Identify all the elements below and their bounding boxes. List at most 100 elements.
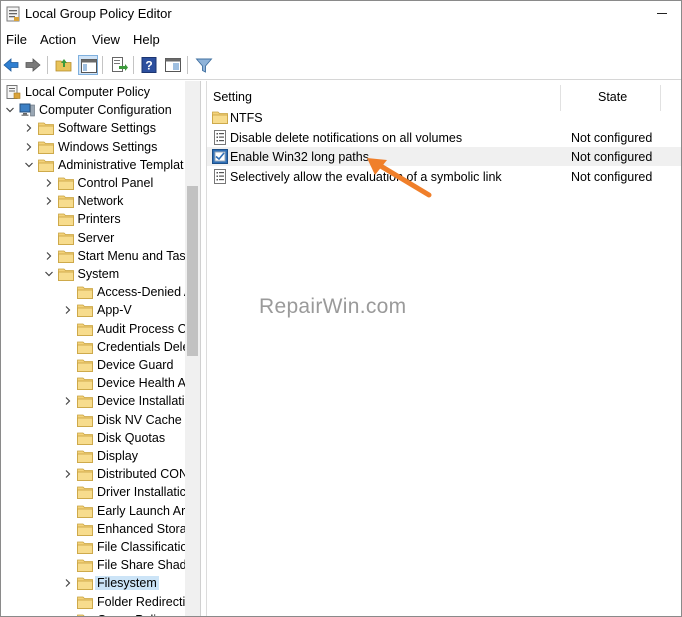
- tree-item-label: Local Computer Policy: [25, 85, 151, 99]
- folder-icon: [77, 322, 93, 336]
- folder-icon: [77, 340, 93, 354]
- tree-item-label: Disk NV Cache: [97, 412, 182, 427]
- tree-item[interactable]: Driver Installatic: [1, 483, 185, 501]
- tree-scrollbar[interactable]: [185, 81, 200, 616]
- tree-item-label: Administrative Templat: [58, 157, 184, 172]
- tree-item[interactable]: Network: [1, 192, 185, 210]
- tree-item-label: Group Policy: [97, 613, 169, 616]
- toolbar: ?: [1, 53, 681, 78]
- help-icon[interactable]: ?: [139, 55, 159, 75]
- toolbar-divider: [1, 79, 681, 80]
- tree-item[interactable]: File Classificatio: [1, 538, 185, 556]
- setting-name: Disable delete notifications on all volu…: [230, 130, 463, 145]
- minimize-button[interactable]: [651, 3, 673, 23]
- policy-setting-icon: [212, 168, 228, 184]
- menu-action[interactable]: Action: [40, 32, 76, 47]
- folder-icon: [57, 176, 74, 190]
- tree-item[interactable]: Display: [1, 447, 185, 465]
- tree-item[interactable]: Access-Denied A: [1, 283, 185, 301]
- folder-icon: [38, 140, 54, 154]
- folder-icon: [77, 576, 93, 591]
- policy-setting-row[interactable]: Selectively allow the evaluation of a sy…: [207, 167, 681, 186]
- tree-item[interactable]: System: [1, 265, 185, 283]
- setting-name: NTFS: [230, 111, 263, 125]
- title-bar: Local Group Policy Editor: [1, 1, 681, 28]
- tree-item[interactable]: Disk NV Cache: [1, 411, 185, 429]
- chevron-right-icon[interactable]: [24, 142, 34, 152]
- setting-name: Enable Win32 long paths: [230, 150, 369, 164]
- menu-help[interactable]: Help: [133, 32, 160, 47]
- tree-item[interactable]: Filesystem: [1, 574, 185, 592]
- chevron-down-icon[interactable]: [24, 160, 34, 170]
- tree-item-label: Control Panel: [77, 176, 154, 190]
- chevron-down-icon[interactable]: [5, 105, 15, 115]
- policy-tree: Local Computer Policy Computer Configurat…: [1, 81, 185, 616]
- tree-item-label: Device Health A: [97, 376, 185, 391]
- tree-item-label: Device Guard: [97, 358, 174, 372]
- policy-setting-row[interactable]: Enable Win32 long paths Not configured: [207, 147, 681, 166]
- forward-icon[interactable]: [23, 55, 43, 75]
- chevron-right-icon[interactable]: [63, 396, 73, 406]
- tree-item[interactable]: App-V: [1, 301, 185, 319]
- up-folder-icon[interactable]: [54, 55, 74, 75]
- tree-item[interactable]: Printers: [1, 210, 185, 228]
- tree-item[interactable]: Control Panel: [1, 174, 185, 192]
- filter-icon[interactable]: [194, 55, 214, 75]
- tree-item[interactable]: Device Guard: [1, 356, 185, 374]
- back-icon[interactable]: [1, 55, 21, 75]
- tree-item[interactable]: Software Settings: [1, 119, 185, 137]
- tree-item[interactable]: Local Computer Policy: [1, 83, 185, 101]
- chevron-right-icon[interactable]: [44, 196, 54, 206]
- show-hide-tree-icon[interactable]: [78, 55, 98, 75]
- folder-icon: [38, 121, 54, 136]
- menu-view[interactable]: View: [92, 32, 120, 47]
- chevron-right-icon[interactable]: [24, 123, 34, 133]
- tree-item[interactable]: Credentials Dele: [1, 338, 185, 356]
- setting-state: Not configured: [571, 169, 653, 184]
- tree-item[interactable]: Administrative Templat: [1, 156, 185, 174]
- tree-item[interactable]: Distributed CON: [1, 465, 185, 483]
- policy-setting-row[interactable]: NTFS: [207, 108, 681, 127]
- folder-icon: [57, 194, 74, 209]
- chevron-right-icon[interactable]: [63, 305, 73, 315]
- watermark: RepairWin.com: [259, 295, 407, 318]
- tree-item[interactable]: Audit Process C: [1, 320, 185, 338]
- tree-item[interactable]: Early Launch Ar: [1, 502, 185, 520]
- policy-setting-selected-icon: [212, 149, 228, 164]
- tree-item[interactable]: Group Policy: [1, 611, 185, 616]
- tree-item-label: Audit Process C: [97, 321, 185, 336]
- tree-item-label: App-V: [97, 303, 132, 318]
- folder-icon: [38, 158, 54, 172]
- tree-item[interactable]: File Share Shado: [1, 556, 185, 574]
- tree-item[interactable]: Device Health A: [1, 374, 185, 392]
- tree-item[interactable]: Folder Redirecti: [1, 593, 185, 611]
- menu-file[interactable]: File: [6, 32, 27, 47]
- chevron-down-icon[interactable]: [44, 269, 54, 279]
- tree-item[interactable]: Enhanced Stora: [1, 520, 185, 538]
- tree-item-label: Folder Redirecti: [97, 594, 185, 609]
- tree-item[interactable]: Computer Configuration: [1, 101, 185, 119]
- setting-state: Not configured: [571, 150, 653, 164]
- tree-item-label: Software Settings: [58, 121, 156, 136]
- tree-item-label: Access-Denied A: [97, 285, 185, 300]
- tree-item-label: System: [77, 267, 120, 281]
- tree-item[interactable]: Server: [1, 229, 185, 247]
- chevron-right-icon[interactable]: [63, 469, 73, 479]
- tree-item[interactable]: Windows Settings: [1, 138, 185, 156]
- tree-item[interactable]: Start Menu and Tasl: [1, 247, 185, 265]
- tree-item[interactable]: Device Installati: [1, 392, 185, 410]
- folder-icon: [77, 504, 93, 518]
- export-list-icon[interactable]: [109, 55, 129, 75]
- orange-arrow-annotation: [367, 158, 432, 198]
- toolbar-separator: [133, 56, 134, 74]
- scrollbar-thumb[interactable]: [187, 186, 198, 356]
- policy-setting-row[interactable]: Disable delete notifications on all volu…: [207, 128, 681, 147]
- tree-item[interactable]: Disk Quotas: [1, 429, 185, 447]
- properties-icon[interactable]: [163, 55, 183, 75]
- tree-item-label: Computer Configuration: [39, 103, 172, 118]
- tree-item-label: Server: [77, 230, 115, 245]
- chevron-right-icon[interactable]: [44, 178, 54, 188]
- chevron-right-icon[interactable]: [44, 251, 54, 261]
- folder-icon: [77, 595, 93, 609]
- chevron-right-icon[interactable]: [63, 578, 73, 588]
